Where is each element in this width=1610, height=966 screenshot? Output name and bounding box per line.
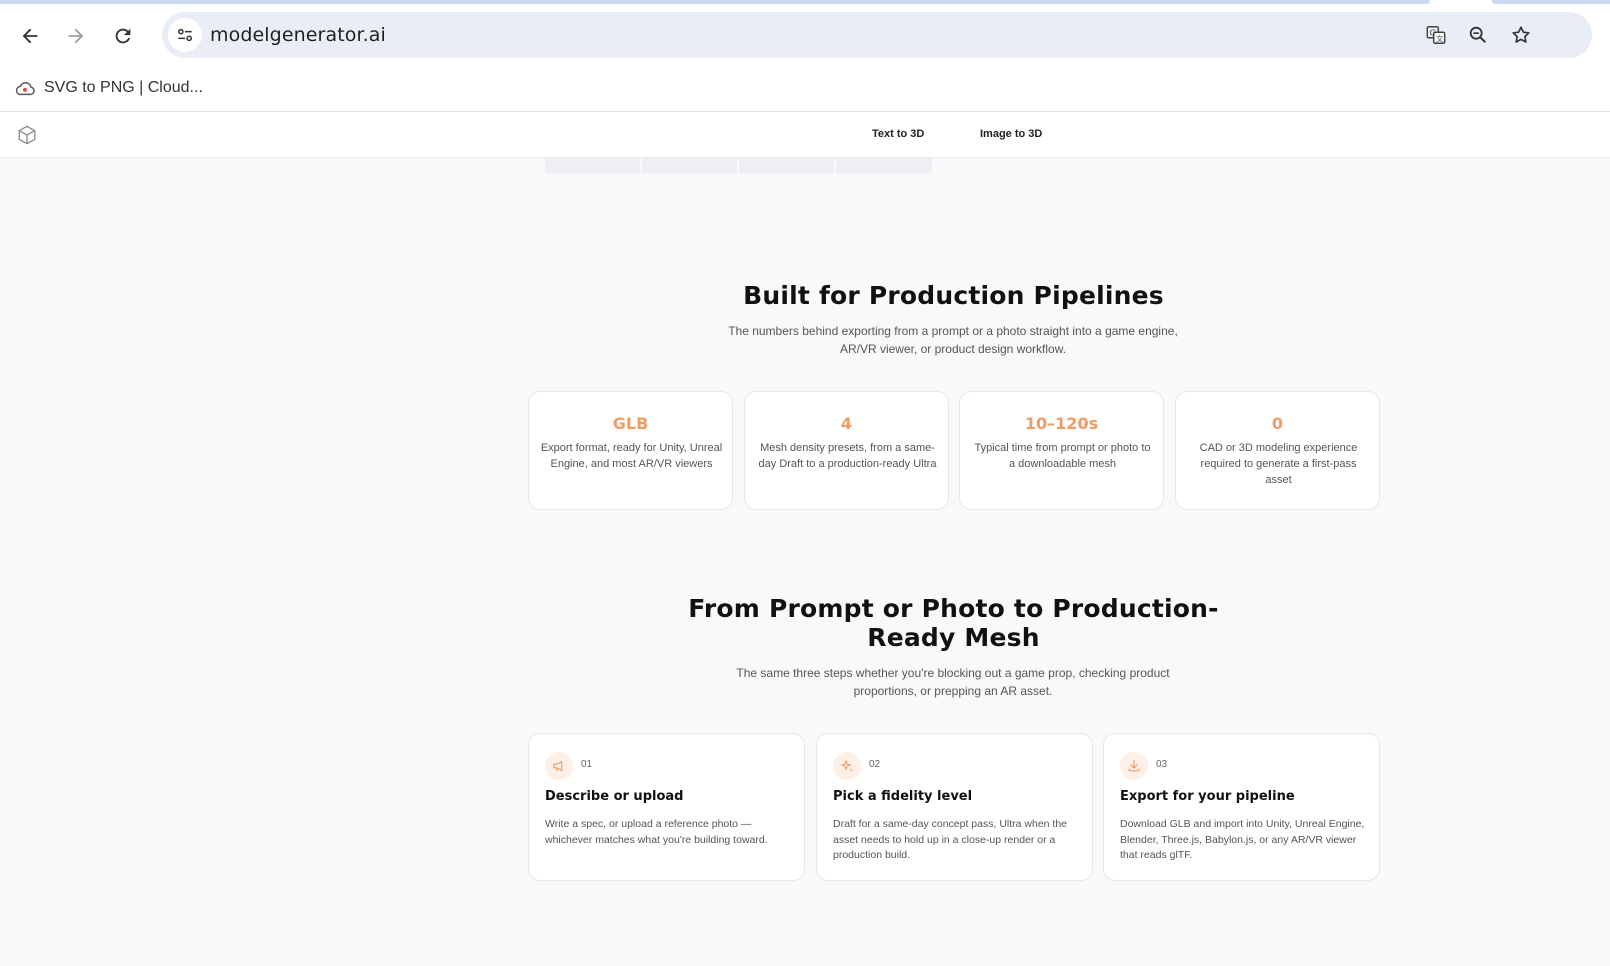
bookmarks-bar: SVG to PNG | Cloud... [0, 66, 1610, 112]
step-card: 01 Describe or upload Write a spec, or u… [528, 733, 805, 881]
nav-text-to-3d[interactable]: Text to 3D [872, 128, 924, 140]
stat-card: 0 CAD or 3D modeling experience required… [1175, 391, 1380, 510]
star-icon [1512, 26, 1530, 43]
step-number: 02 [869, 759, 881, 770]
translate-icon: G文 [1426, 26, 1446, 44]
reload-button[interactable] [105, 18, 141, 54]
section-title-line2: Ready Mesh [867, 623, 1040, 652]
stat-description: CAD or 3D modeling experience required t… [1199, 442, 1358, 486]
section-title-line1: From Prompt or Photo to Production- [688, 594, 1219, 623]
tab-placeholder [642, 158, 737, 173]
step-title: Describe or upload [545, 789, 684, 804]
stat-card: GLB Export format, ready for Unity, Unre… [528, 391, 733, 510]
section-subtitle-line2: proportions, or prepping an AR asset. [853, 684, 1053, 698]
tune-icon [178, 28, 192, 42]
step-description: Draft for a same-day concept pass, Ultra… [833, 818, 1068, 861]
step-description: Download GLB and import into Unity, Unre… [1120, 818, 1365, 861]
stat-value: 4 [840, 414, 853, 433]
stat-description: Export format, ready for Unity, Unreal E… [540, 442, 723, 470]
site-header: Text to 3D Image to 3D [0, 112, 1610, 158]
stat-description: Typical time from prompt or photo to a d… [974, 442, 1151, 470]
browser-toolbar: modelgenerator.ai G文 [0, 4, 1610, 66]
step-card: 02 Pick a fidelity level Draft for a sam… [816, 733, 1093, 881]
stat-card: 4 Mesh density presets, from a same-day … [744, 391, 949, 510]
tab-placeholder [739, 158, 834, 173]
arrow-left-icon [22, 28, 38, 44]
download-icon [1120, 752, 1148, 780]
stat-value: GLB [612, 414, 649, 433]
bookmark-label: SVG to PNG | Cloud... [44, 79, 203, 96]
step-description: Write a spec, or upload a reference phot… [545, 818, 768, 846]
cube-logo-icon[interactable] [16, 124, 38, 146]
step-title: Pick a fidelity level [833, 789, 973, 804]
tab-placeholder [545, 158, 640, 173]
forward-button[interactable] [58, 18, 94, 54]
zoom-button[interactable] [1466, 23, 1490, 47]
step-number: 03 [1156, 759, 1168, 770]
reload-icon [115, 28, 131, 44]
arrow-right-icon [68, 28, 84, 44]
site-info-button[interactable] [168, 18, 202, 52]
step-title: Export for your pipeline [1120, 789, 1295, 804]
section-title: Built for Production Pipelines [743, 281, 1164, 310]
nav-image-to-3d[interactable]: Image to 3D [980, 128, 1042, 140]
tab-placeholder [836, 158, 932, 173]
stat-card: 10–120s Typical time from prompt or phot… [959, 391, 1164, 510]
svg-text:文: 文 [1436, 34, 1444, 43]
cloud-icon [15, 82, 35, 96]
url-text[interactable]: modelgenerator.ai [210, 24, 386, 46]
stat-value: 0 [1271, 414, 1284, 433]
translate-button[interactable]: G文 [1424, 23, 1448, 47]
stat-description: Mesh density presets, from a same-day Dr… [758, 442, 937, 470]
step-card: 03 Export for your pipeline Download GLB… [1103, 733, 1380, 881]
back-button[interactable] [12, 18, 48, 54]
address-bar[interactable]: modelgenerator.ai G文 [162, 12, 1592, 58]
megaphone-icon [545, 752, 573, 780]
stat-value: 10–120s [1024, 414, 1099, 433]
bookmark-star-button[interactable] [1509, 23, 1533, 47]
sparkle-icon [833, 752, 861, 780]
zoom-icon [1469, 26, 1487, 44]
bookmark-item[interactable]: SVG to PNG | Cloud... [14, 74, 203, 102]
section-subtitle-line1: The numbers behind exporting from a prom… [728, 324, 1178, 338]
section-subtitle-line1: The same three steps whether you're bloc… [736, 666, 1170, 680]
section-subtitle-line2: AR/VR viewer, or product design workflow… [839, 342, 1067, 356]
step-number: 01 [581, 759, 593, 770]
